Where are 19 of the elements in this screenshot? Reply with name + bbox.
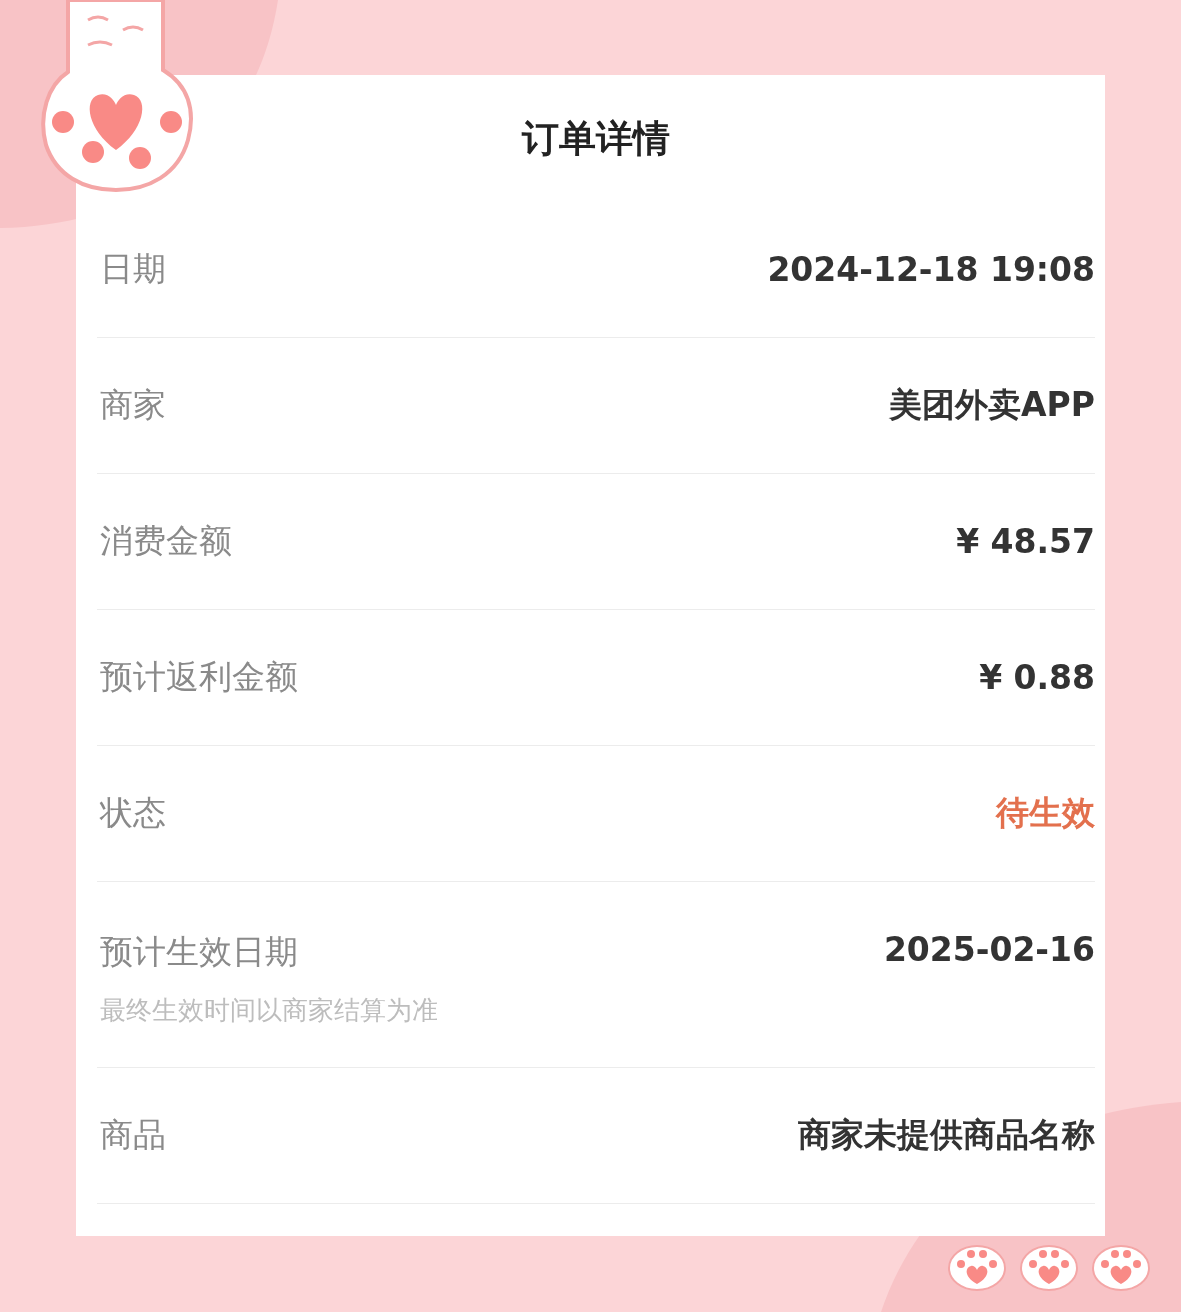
field-value: 美团外卖APP: [889, 384, 1095, 426]
field-value: ¥ 0.88: [979, 658, 1095, 697]
field-label: 预计返利金额: [100, 656, 298, 698]
paw-icon: [1091, 1242, 1151, 1292]
paw-icon: [947, 1242, 1007, 1292]
field-label: 日期: [100, 248, 166, 290]
field-value: 商家未提供商品名称: [798, 1114, 1095, 1156]
field-label: 状态: [100, 792, 166, 834]
field-label: 商家: [100, 384, 166, 426]
paw-icon: [1019, 1242, 1079, 1292]
field-label: 预计生效日期: [100, 931, 299, 973]
field-value: 2024-12-18 19:08: [767, 250, 1095, 289]
field-value: 2025-02-16: [883, 930, 1095, 969]
field-value: ¥ 48.57: [956, 522, 1095, 561]
page-title: 订单详情: [520, 115, 671, 162]
field-value: 待生效: [996, 792, 1095, 834]
field-label: 消费金额: [100, 520, 232, 562]
field-label: 商品: [100, 1114, 166, 1156]
field-note: 最终生效时间以商家结算为准: [100, 994, 438, 1027]
